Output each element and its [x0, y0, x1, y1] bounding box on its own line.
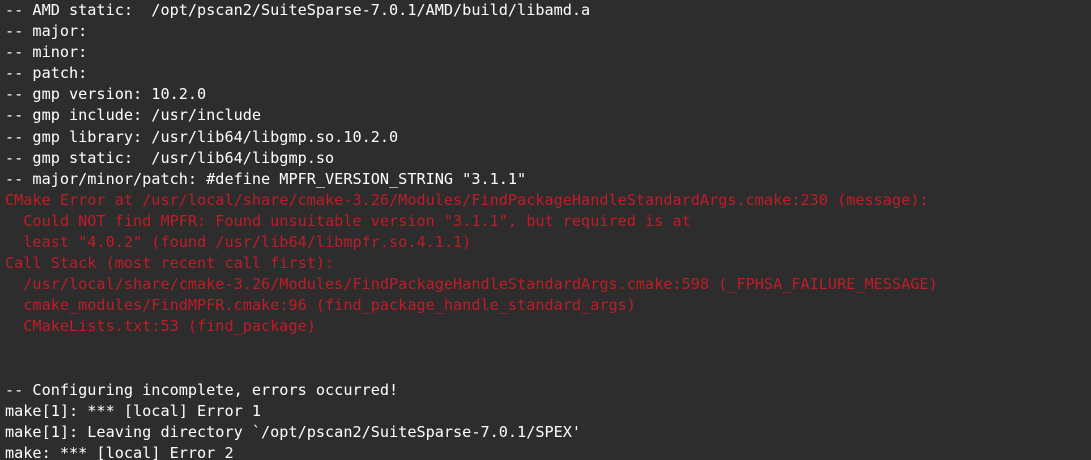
terminal-output[interactable]: -- AMD static: /opt/pscan2/SuiteSparse-7… — [0, 0, 1091, 460]
error-line: Could NOT find MPFR: Found unsuitable ve… — [5, 211, 691, 230]
error-line: /usr/local/share/cmake-3.26/Modules/Find… — [5, 275, 938, 294]
terminal-line: -- major: — [5, 22, 88, 41]
error-line: CMake Error at /usr/local/share/cmake-3.… — [5, 190, 929, 209]
terminal-line: -- patch: — [5, 64, 88, 83]
terminal-line: -- gmp version: 10.2.0 — [5, 85, 207, 104]
error-line: CMakeLists.txt:53 (find_package) — [5, 317, 316, 336]
terminal-line: make[1]: Leaving directory `/opt/pscan2/… — [5, 422, 582, 441]
terminal-line: make[1]: *** [local] Error 1 — [5, 401, 262, 420]
terminal-line: -- Configuring incomplete, errors occurr… — [5, 380, 399, 399]
terminal-line: make: *** [local] Error 2 — [5, 443, 234, 460]
error-line: Call Stack (most recent call first): — [5, 254, 335, 273]
terminal-line: -- AMD static: /opt/pscan2/SuiteSparse-7… — [5, 1, 591, 19]
terminal-line: -- minor: — [5, 43, 88, 62]
error-line: cmake_modules/FindMPFR.cmake:96 (find_pa… — [5, 296, 636, 315]
error-line: least "4.0.2" (found /usr/lib64/libmpfr.… — [5, 233, 472, 252]
terminal-line: -- gmp include: /usr/include — [5, 106, 262, 125]
terminal-line: -- major/minor/patch: #define MPFR_VERSI… — [5, 169, 527, 188]
terminal-line: -- gmp static: /usr/lib64/libgmp.so — [5, 148, 335, 167]
terminal-line: -- gmp library: /usr/lib64/libgmp.so.10.… — [5, 127, 399, 146]
